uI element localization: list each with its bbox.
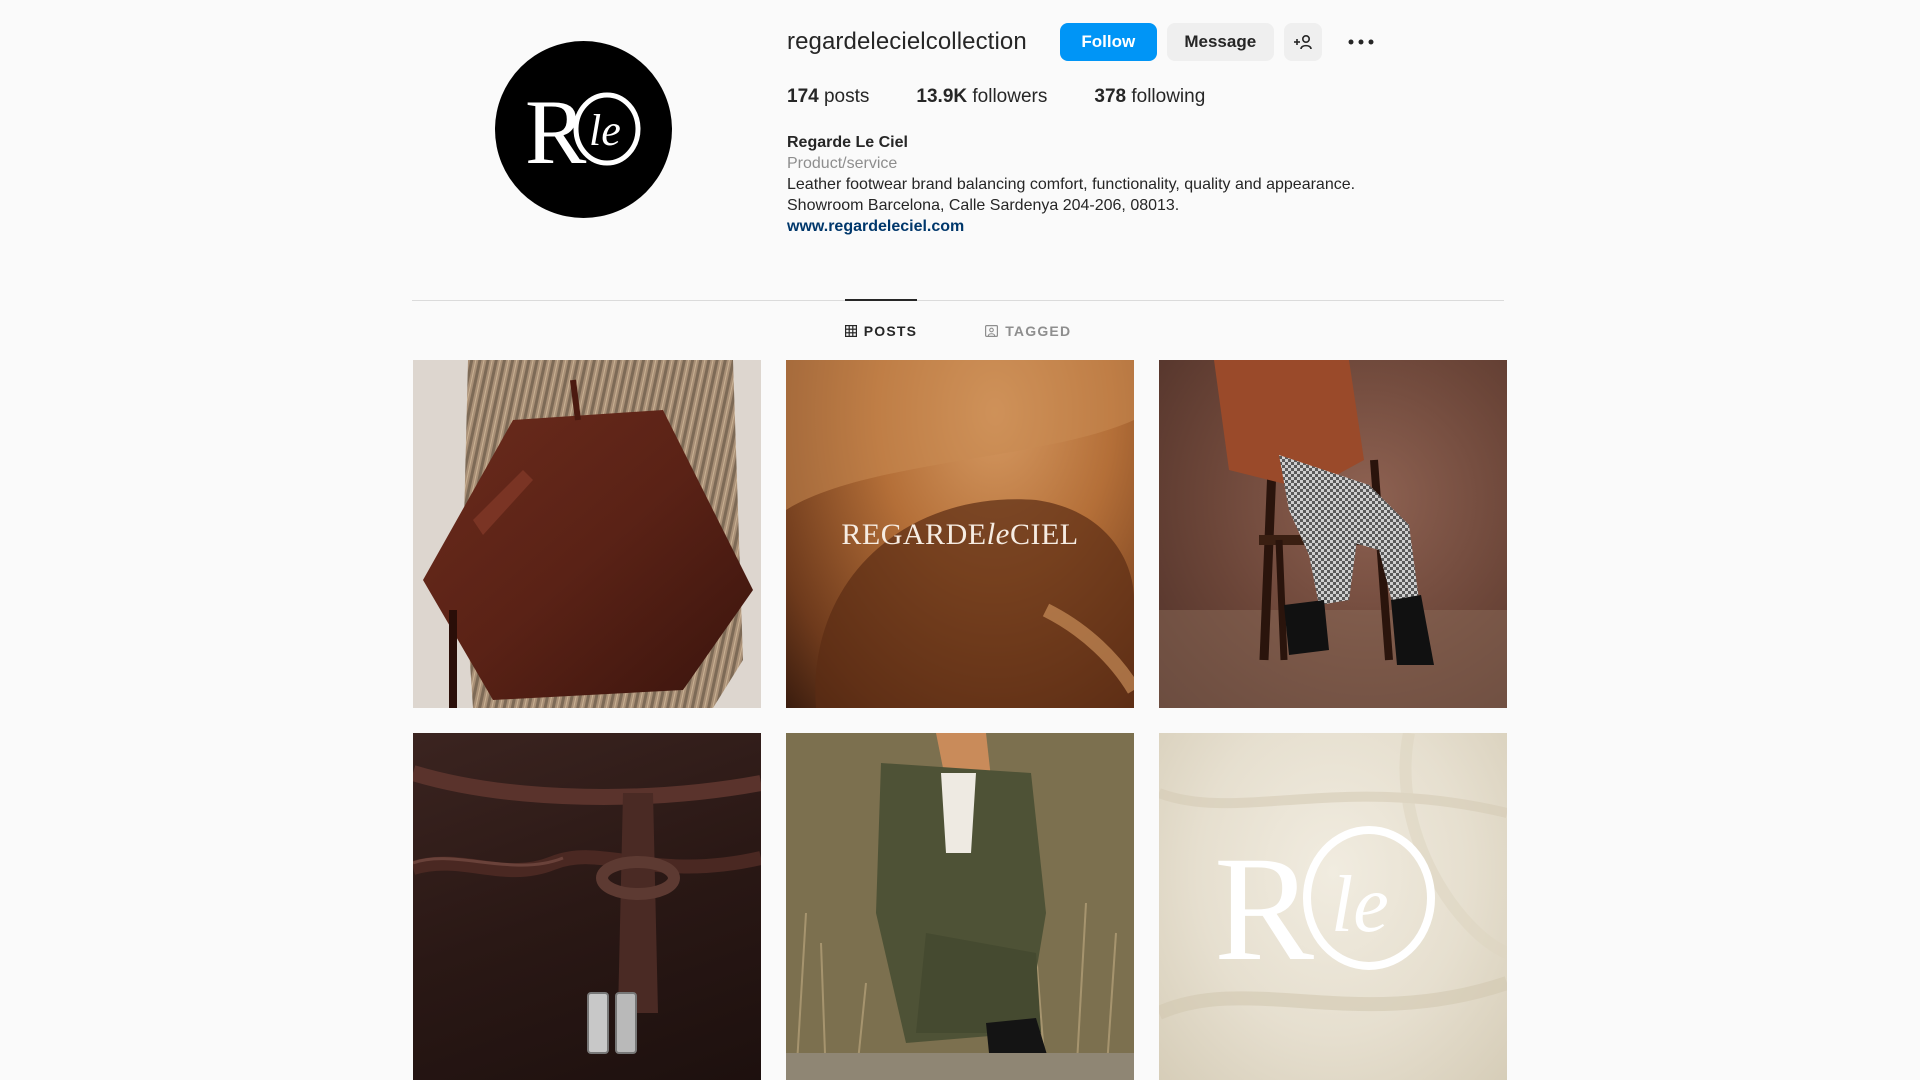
posts-count-value: 174	[787, 86, 819, 107]
message-button[interactable]: Message	[1166, 23, 1274, 61]
suggest-people-button[interactable]	[1283, 23, 1322, 61]
followers-count[interactable]: 13.9K followers	[916, 86, 1047, 108]
more-options-button[interactable]	[1346, 23, 1376, 61]
profile-stats: 174 posts 13.9K followers 378 following	[787, 86, 1507, 108]
post-tile[interactable]	[1159, 360, 1507, 708]
profile-avatar[interactable]: R le	[495, 41, 672, 218]
tab-posts-label: POSTS	[863, 323, 918, 339]
bio-line-2: Showroom Barcelona, Calle Sardenya 204-2…	[787, 197, 1180, 214]
post-image	[413, 765, 761, 1054]
posts-count: 174 posts	[787, 86, 869, 108]
profile-bio: Regarde Le Ciel Product/service Leather …	[787, 132, 1507, 237]
post-image	[1159, 360, 1507, 708]
posts-count-label: posts	[823, 86, 870, 107]
post-image	[786, 733, 1134, 1080]
profile-page: R le regardelecielcollection Follow Mess…	[0, 0, 1920, 1080]
posts-grid: REGARDEleCIEL R le	[413, 360, 1507, 1080]
bio-line-1: Leather footwear brand balancing comfort…	[787, 176, 1356, 193]
post-tile[interactable]: R le	[1159, 733, 1507, 1080]
post-tile[interactable]	[413, 360, 761, 708]
tab-tagged-label: TAGGED	[1005, 323, 1072, 339]
profile-category: Product/service	[787, 155, 898, 172]
post-tile[interactable]: REGARDEleCIEL	[786, 360, 1134, 708]
followers-count-value: 13.9K	[916, 86, 968, 107]
following-count-label: following	[1131, 86, 1206, 107]
wordmark-ciel: CIEL	[1009, 518, 1079, 551]
logo-letter: R	[1214, 826, 1314, 992]
wordmark-regarde: REGARDE	[841, 518, 987, 551]
following-count-value: 378	[1094, 86, 1127, 107]
profile-info: regardelecielcollection Follow Message 1…	[787, 20, 1507, 237]
profile-header-row: regardelecielcollection Follow Message	[787, 20, 1507, 64]
wordmark-le: le	[986, 516, 1010, 551]
followers-count-label: followers	[972, 86, 1048, 107]
wordmark-container: REGARDEleCIEL	[786, 360, 1134, 708]
grid-icon	[844, 325, 857, 337]
post-image	[413, 360, 761, 708]
website-link[interactable]: www.regardeleciel.com	[787, 216, 1507, 237]
follow-button[interactable]: Follow	[1059, 23, 1157, 61]
profile-name: Regarde Le Ciel	[787, 134, 908, 151]
brand-wordmark: REGARDEleCIEL	[841, 516, 1078, 552]
tab-posts[interactable]: POSTS	[844, 299, 918, 362]
post-tile[interactable]	[786, 733, 1134, 1080]
profile-tabs: POSTS TAGGED	[412, 299, 1504, 362]
avatar-logo-overlay: le	[589, 106, 621, 155]
brand-logo-icon: R le	[525, 81, 641, 183]
tag-icon	[985, 325, 999, 337]
more-dots-icon	[1348, 39, 1374, 45]
post-image: R le	[1159, 733, 1507, 1020]
post-tile[interactable]	[413, 733, 761, 1080]
following-count[interactable]: 378 following	[1094, 86, 1205, 108]
tab-tagged[interactable]: TAGGED	[985, 300, 1071, 362]
add-person-icon	[1293, 34, 1312, 50]
logo-overlay: le	[1331, 861, 1389, 949]
username: regardelecielcollection	[787, 28, 1027, 55]
